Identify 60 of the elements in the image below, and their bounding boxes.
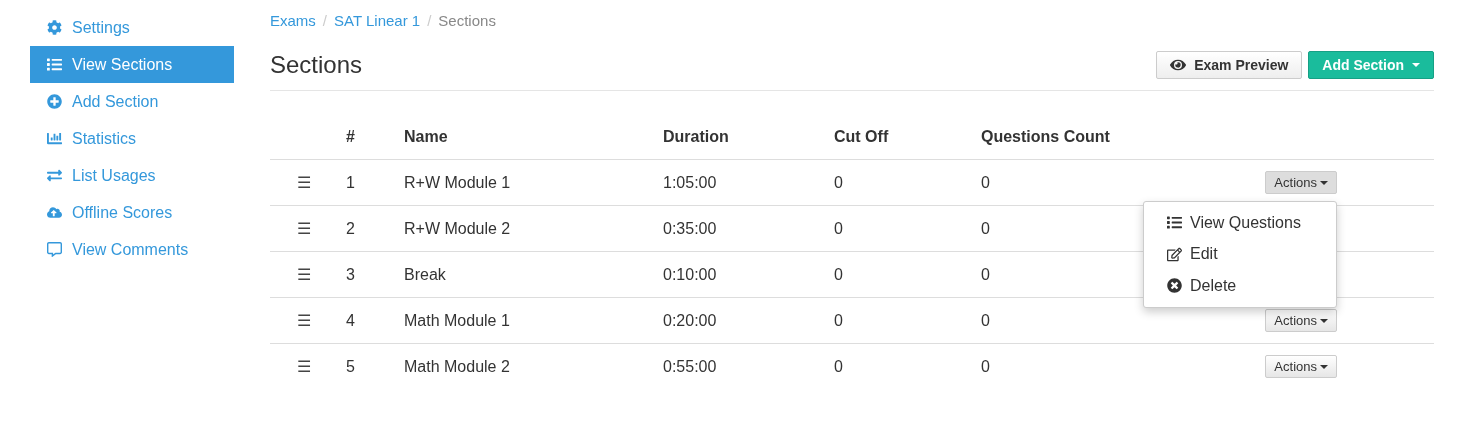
drag-handle[interactable]: ☰ — [270, 173, 338, 192]
bar-chart-icon — [47, 131, 62, 146]
edit-icon — [1167, 246, 1182, 262]
cut-off: 0 — [834, 265, 843, 284]
drag-handle[interactable]: ☰ — [270, 265, 338, 284]
questions-count: 0 — [981, 173, 990, 192]
cloud-upload-icon — [47, 205, 62, 220]
questions-count: 0 — [981, 219, 990, 238]
cut-off: 0 — [834, 173, 843, 192]
duration: 1:05:00 — [663, 173, 717, 192]
cut-off: 0 — [834, 219, 843, 238]
cut-off: 0 — [834, 311, 843, 330]
settings-icon — [47, 20, 62, 35]
caret-icon — [1320, 318, 1328, 323]
caret-icon — [1412, 63, 1420, 67]
duration: 0:35:00 — [663, 219, 717, 238]
breadcrumb-separator: / — [427, 11, 432, 29]
section-name: R+W Module 1 — [404, 173, 511, 192]
column-header: Duration — [662, 127, 730, 146]
column-header: Name — [403, 127, 449, 146]
exam-preview-button[interactable]: Exam Preview — [1156, 51, 1303, 79]
duration: 0:10:00 — [663, 265, 717, 284]
breadcrumb-link[interactable]: Sections — [438, 11, 496, 29]
section-name: Break — [404, 265, 446, 284]
column-header: Questions Count — [980, 127, 1111, 146]
actions-button[interactable]: Actions — [1265, 355, 1337, 378]
page-title: Sections — [270, 51, 363, 79]
actions-button[interactable]: Actions — [1265, 171, 1337, 194]
section-name: Math Module 2 — [404, 357, 510, 376]
section-name: R+W Module 2 — [404, 219, 511, 238]
cut-off: 0 — [834, 357, 843, 376]
comment-icon — [47, 242, 62, 257]
menu-item[interactable]: Delete — [1144, 270, 1336, 302]
row-number: 1 — [346, 173, 355, 192]
duration: 0:20:00 — [663, 311, 717, 330]
questions-count: 0 — [981, 265, 990, 284]
row-number: 4 — [346, 311, 355, 330]
menu-item[interactable]: View Questions — [1144, 207, 1336, 239]
arrows-icon — [47, 168, 62, 183]
actions-button[interactable]: Actions — [1265, 309, 1337, 332]
column-header: # — [345, 127, 356, 146]
row-number: 3 — [346, 265, 355, 284]
caret-icon — [1320, 364, 1328, 369]
drag-handle[interactable]: ☰ — [270, 219, 338, 238]
questions-count: 0 — [981, 311, 990, 330]
section-name: Math Module 1 — [404, 311, 510, 330]
drag-handle[interactable]: ☰ — [270, 357, 338, 376]
eye-icon — [1170, 57, 1187, 73]
menu-item[interactable]: Edit — [1144, 238, 1336, 270]
row-number: 5 — [346, 357, 355, 376]
caret-icon — [1320, 180, 1328, 185]
questions-count: 0 — [981, 357, 990, 376]
list-icon — [47, 57, 62, 72]
column-header: Cut Off — [833, 127, 890, 146]
duration: 0:55:00 — [663, 357, 717, 376]
list-icon — [1167, 215, 1182, 231]
breadcrumb-separator: / — [322, 11, 327, 29]
drag-handle[interactable]: ☰ — [270, 311, 338, 330]
delete-icon — [1167, 278, 1182, 294]
row-number: 2 — [346, 219, 355, 238]
